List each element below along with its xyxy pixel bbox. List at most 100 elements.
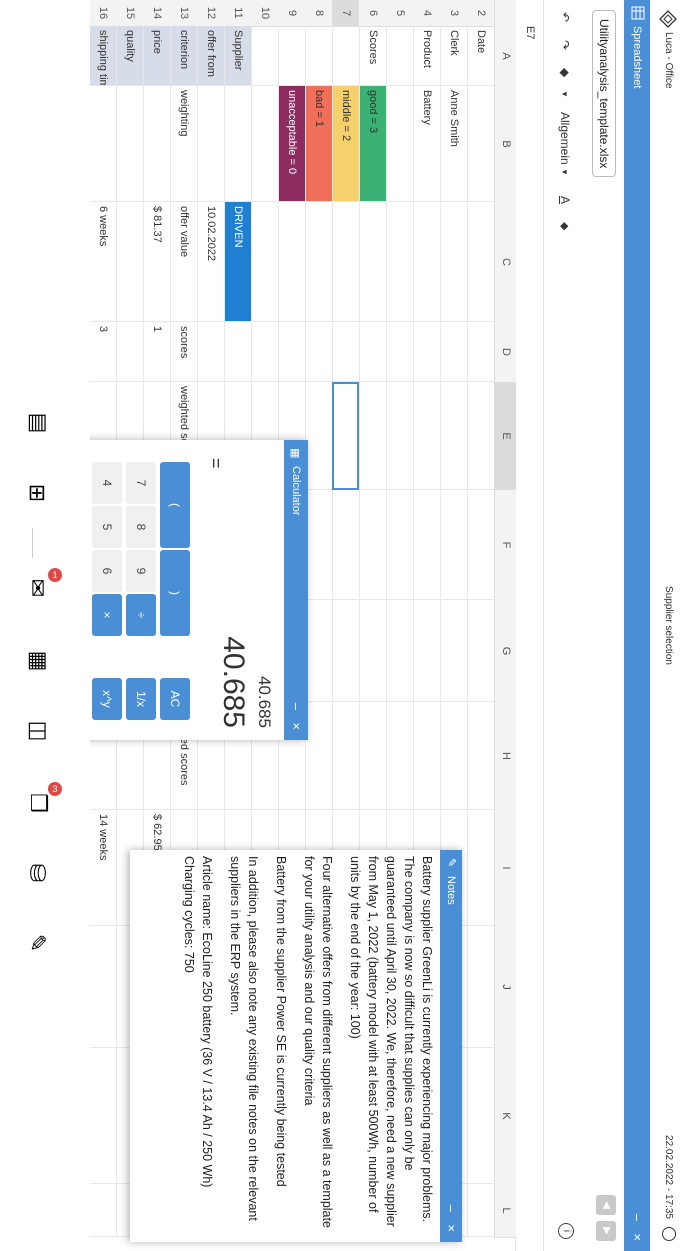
- cell-d6[interactable]: [359, 322, 386, 382]
- cell-c14[interactable]: $ 81.37: [143, 202, 170, 322]
- cell-j16[interactable]: [89, 926, 116, 1048]
- minimize-button[interactable]: –: [630, 1214, 645, 1221]
- calc-key[interactable]: ×: [92, 594, 122, 636]
- row-header[interactable]: 6: [358, 0, 386, 27]
- cell-d12[interactable]: [197, 322, 224, 382]
- book-icon[interactable]: ◫: [25, 721, 51, 742]
- cell-c7[interactable]: [332, 202, 359, 322]
- row-header[interactable]: 12: [196, 0, 224, 27]
- cell-d7[interactable]: [332, 322, 359, 382]
- cell-e7[interactable]: [332, 382, 359, 490]
- cell-d5[interactable]: [386, 322, 413, 382]
- calculator-app-icon[interactable]: ▦: [25, 651, 51, 672]
- column-header[interactable]: D: [494, 322, 516, 383]
- cell-f4[interactable]: [413, 490, 440, 600]
- cell-f8[interactable]: [305, 490, 332, 600]
- cell-c16[interactable]: 6 weeks: [89, 202, 116, 322]
- cell-k16[interactable]: [89, 1048, 116, 1184]
- cell-e6[interactable]: [359, 382, 386, 490]
- cell-h4[interactable]: [413, 702, 440, 810]
- calc-key[interactable]: 1/x: [126, 678, 156, 720]
- cell-c4[interactable]: [413, 202, 440, 322]
- row-header[interactable]: 14: [142, 0, 170, 27]
- row-header[interactable]: 2: [466, 0, 494, 27]
- cell-h8[interactable]: [305, 702, 332, 810]
- column-header[interactable]: K: [494, 1048, 516, 1185]
- column-header[interactable]: H: [494, 702, 516, 811]
- calc-key[interactable]: 6: [92, 550, 122, 592]
- format-dropdown-icon[interactable]: ▼: [560, 168, 569, 176]
- cell-a7[interactable]: [332, 26, 359, 86]
- cell-j2[interactable]: [467, 926, 494, 1048]
- cell-l2[interactable]: [467, 1184, 494, 1237]
- calc-key[interactable]: x^y: [92, 678, 122, 720]
- cell-g5[interactable]: [386, 600, 413, 702]
- cell-d8[interactable]: [305, 322, 332, 382]
- calc-key[interactable]: AC: [160, 678, 190, 720]
- row-header[interactable]: 9: [277, 0, 305, 27]
- cell-d3[interactable]: [440, 322, 467, 382]
- column-header[interactable]: G: [494, 600, 516, 703]
- cell-h7[interactable]: [332, 702, 359, 810]
- cell-c12[interactable]: 10.02.2022: [197, 202, 224, 322]
- row-header[interactable]: 3: [439, 0, 467, 27]
- number-format-select[interactable]: Allgemein: [558, 112, 572, 165]
- cell-b7[interactable]: middle = 2: [332, 86, 359, 202]
- cell-a15[interactable]: quality: [116, 26, 143, 86]
- mail-icon[interactable]: ✉: [24, 579, 50, 597]
- cell-e8[interactable]: [305, 382, 332, 490]
- cell-c8[interactable]: [305, 202, 332, 322]
- cell-c5[interactable]: [386, 202, 413, 322]
- notes-body[interactable]: Battery supplier GreenLi is currently ex…: [136, 856, 436, 1228]
- cell-h2[interactable]: [467, 702, 494, 810]
- cell-b10[interactable]: [251, 86, 278, 202]
- cell-d4[interactable]: [413, 322, 440, 382]
- calc-key[interactable]: 9: [126, 550, 156, 592]
- row-header[interactable]: 16: [88, 0, 116, 27]
- cell-b9[interactable]: unacceptable = 0: [278, 86, 305, 202]
- cell-g6[interactable]: [359, 600, 386, 702]
- cell-f5[interactable]: [386, 490, 413, 600]
- cell-b12[interactable]: [197, 86, 224, 202]
- cell-g2[interactable]: [467, 600, 494, 702]
- cell-b4[interactable]: Battery: [413, 86, 440, 202]
- cell-g4[interactable]: [413, 600, 440, 702]
- file-tab[interactable]: Utilityanalysis_template.xlsx: [592, 10, 616, 178]
- column-header[interactable]: E: [494, 382, 516, 491]
- cell-b2[interactable]: [467, 86, 494, 202]
- cell-b11[interactable]: [224, 86, 251, 202]
- calc-key[interactable]: (: [160, 462, 190, 548]
- cell-i2[interactable]: [467, 810, 494, 926]
- column-header[interactable]: J: [494, 926, 516, 1049]
- cell-e2[interactable]: [467, 382, 494, 490]
- cell-l16[interactable]: [89, 1184, 116, 1237]
- document-icon[interactable]: ▤: [25, 413, 51, 434]
- calc-key[interactable]: 4: [92, 462, 122, 504]
- column-header[interactable]: F: [494, 490, 516, 601]
- cell-h3[interactable]: [440, 702, 467, 810]
- cell-c2[interactable]: [467, 202, 494, 322]
- cell-h6[interactable]: [359, 702, 386, 810]
- cell-a4[interactable]: Product: [413, 26, 440, 86]
- scroll-left-button[interactable]: ◀: [596, 1195, 616, 1215]
- cell-g8[interactable]: [305, 600, 332, 702]
- cell-d11[interactable]: [224, 322, 251, 382]
- cell-g3[interactable]: [440, 600, 467, 702]
- cell-b16[interactable]: [89, 86, 116, 202]
- cell-e5[interactable]: [386, 382, 413, 490]
- cell-i16[interactable]: 14 weeks: [89, 810, 116, 926]
- notes-app-icon[interactable]: ✎: [24, 934, 50, 952]
- cell-d15[interactable]: [116, 322, 143, 382]
- cell-color-button[interactable]: ⬥: [557, 222, 572, 230]
- cell-d2[interactable]: [467, 322, 494, 382]
- column-header[interactable]: L: [494, 1184, 516, 1238]
- cell-k2[interactable]: [467, 1048, 494, 1184]
- calculator-minimize-button[interactable]: –: [289, 703, 304, 710]
- row-header[interactable]: 5: [385, 0, 413, 27]
- cell-b8[interactable]: bad = 1: [305, 86, 332, 202]
- cell-reference[interactable]: E7: [524, 26, 536, 39]
- fill-color-button[interactable]: ◆: [558, 68, 572, 77]
- notes-close-button[interactable]: ×: [444, 1224, 459, 1232]
- cell-a6[interactable]: Scores: [359, 26, 386, 86]
- cell-c11[interactable]: DRIVEN: [224, 202, 251, 322]
